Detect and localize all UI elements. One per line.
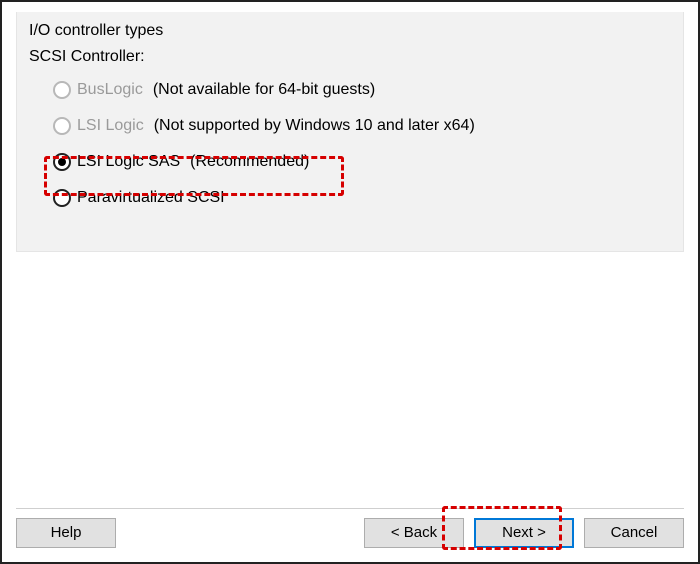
option-hint-buslogic: (Not available for 64-bit guests)	[153, 81, 375, 99]
io-controller-panel: I/O controller types SCSI Controller: Bu…	[16, 12, 684, 252]
option-label-buslogic: BusLogic	[77, 81, 143, 99]
option-buslogic: BusLogic (Not available for 64-bit guest…	[53, 76, 671, 104]
radio-buslogic	[53, 81, 71, 99]
option-label-lsilogic: LSI Logic	[77, 117, 144, 135]
option-hint-lsilogic-sas: (Recommended)	[190, 153, 309, 171]
back-button[interactable]: < Back	[364, 518, 464, 548]
button-bar: Help < Back Next > Cancel	[16, 508, 684, 544]
option-paravirtualized[interactable]: Paravirtualized SCSI	[53, 184, 671, 212]
help-button[interactable]: Help	[16, 518, 116, 548]
radio-lsilogic-sas[interactable]	[53, 153, 71, 171]
radio-paravirtualized[interactable]	[53, 189, 71, 207]
cancel-button[interactable]: Cancel	[584, 518, 684, 548]
radio-lsilogic	[53, 117, 71, 135]
scsi-controller-label: SCSI Controller:	[29, 48, 671, 66]
option-lsilogic: LSI Logic (Not supported by Windows 10 a…	[53, 112, 671, 140]
option-label-lsilogic-sas: LSI Logic SAS	[77, 153, 180, 171]
option-lsilogic-sas[interactable]: LSI Logic SAS (Recommended)	[53, 148, 671, 176]
option-label-paravirtualized: Paravirtualized SCSI	[77, 189, 225, 207]
dialog-window: I/O controller types SCSI Controller: Bu…	[0, 0, 700, 564]
next-button[interactable]: Next >	[474, 518, 574, 548]
panel-title: I/O controller types	[29, 22, 671, 40]
option-hint-lsilogic: (Not supported by Windows 10 and later x…	[154, 117, 475, 135]
